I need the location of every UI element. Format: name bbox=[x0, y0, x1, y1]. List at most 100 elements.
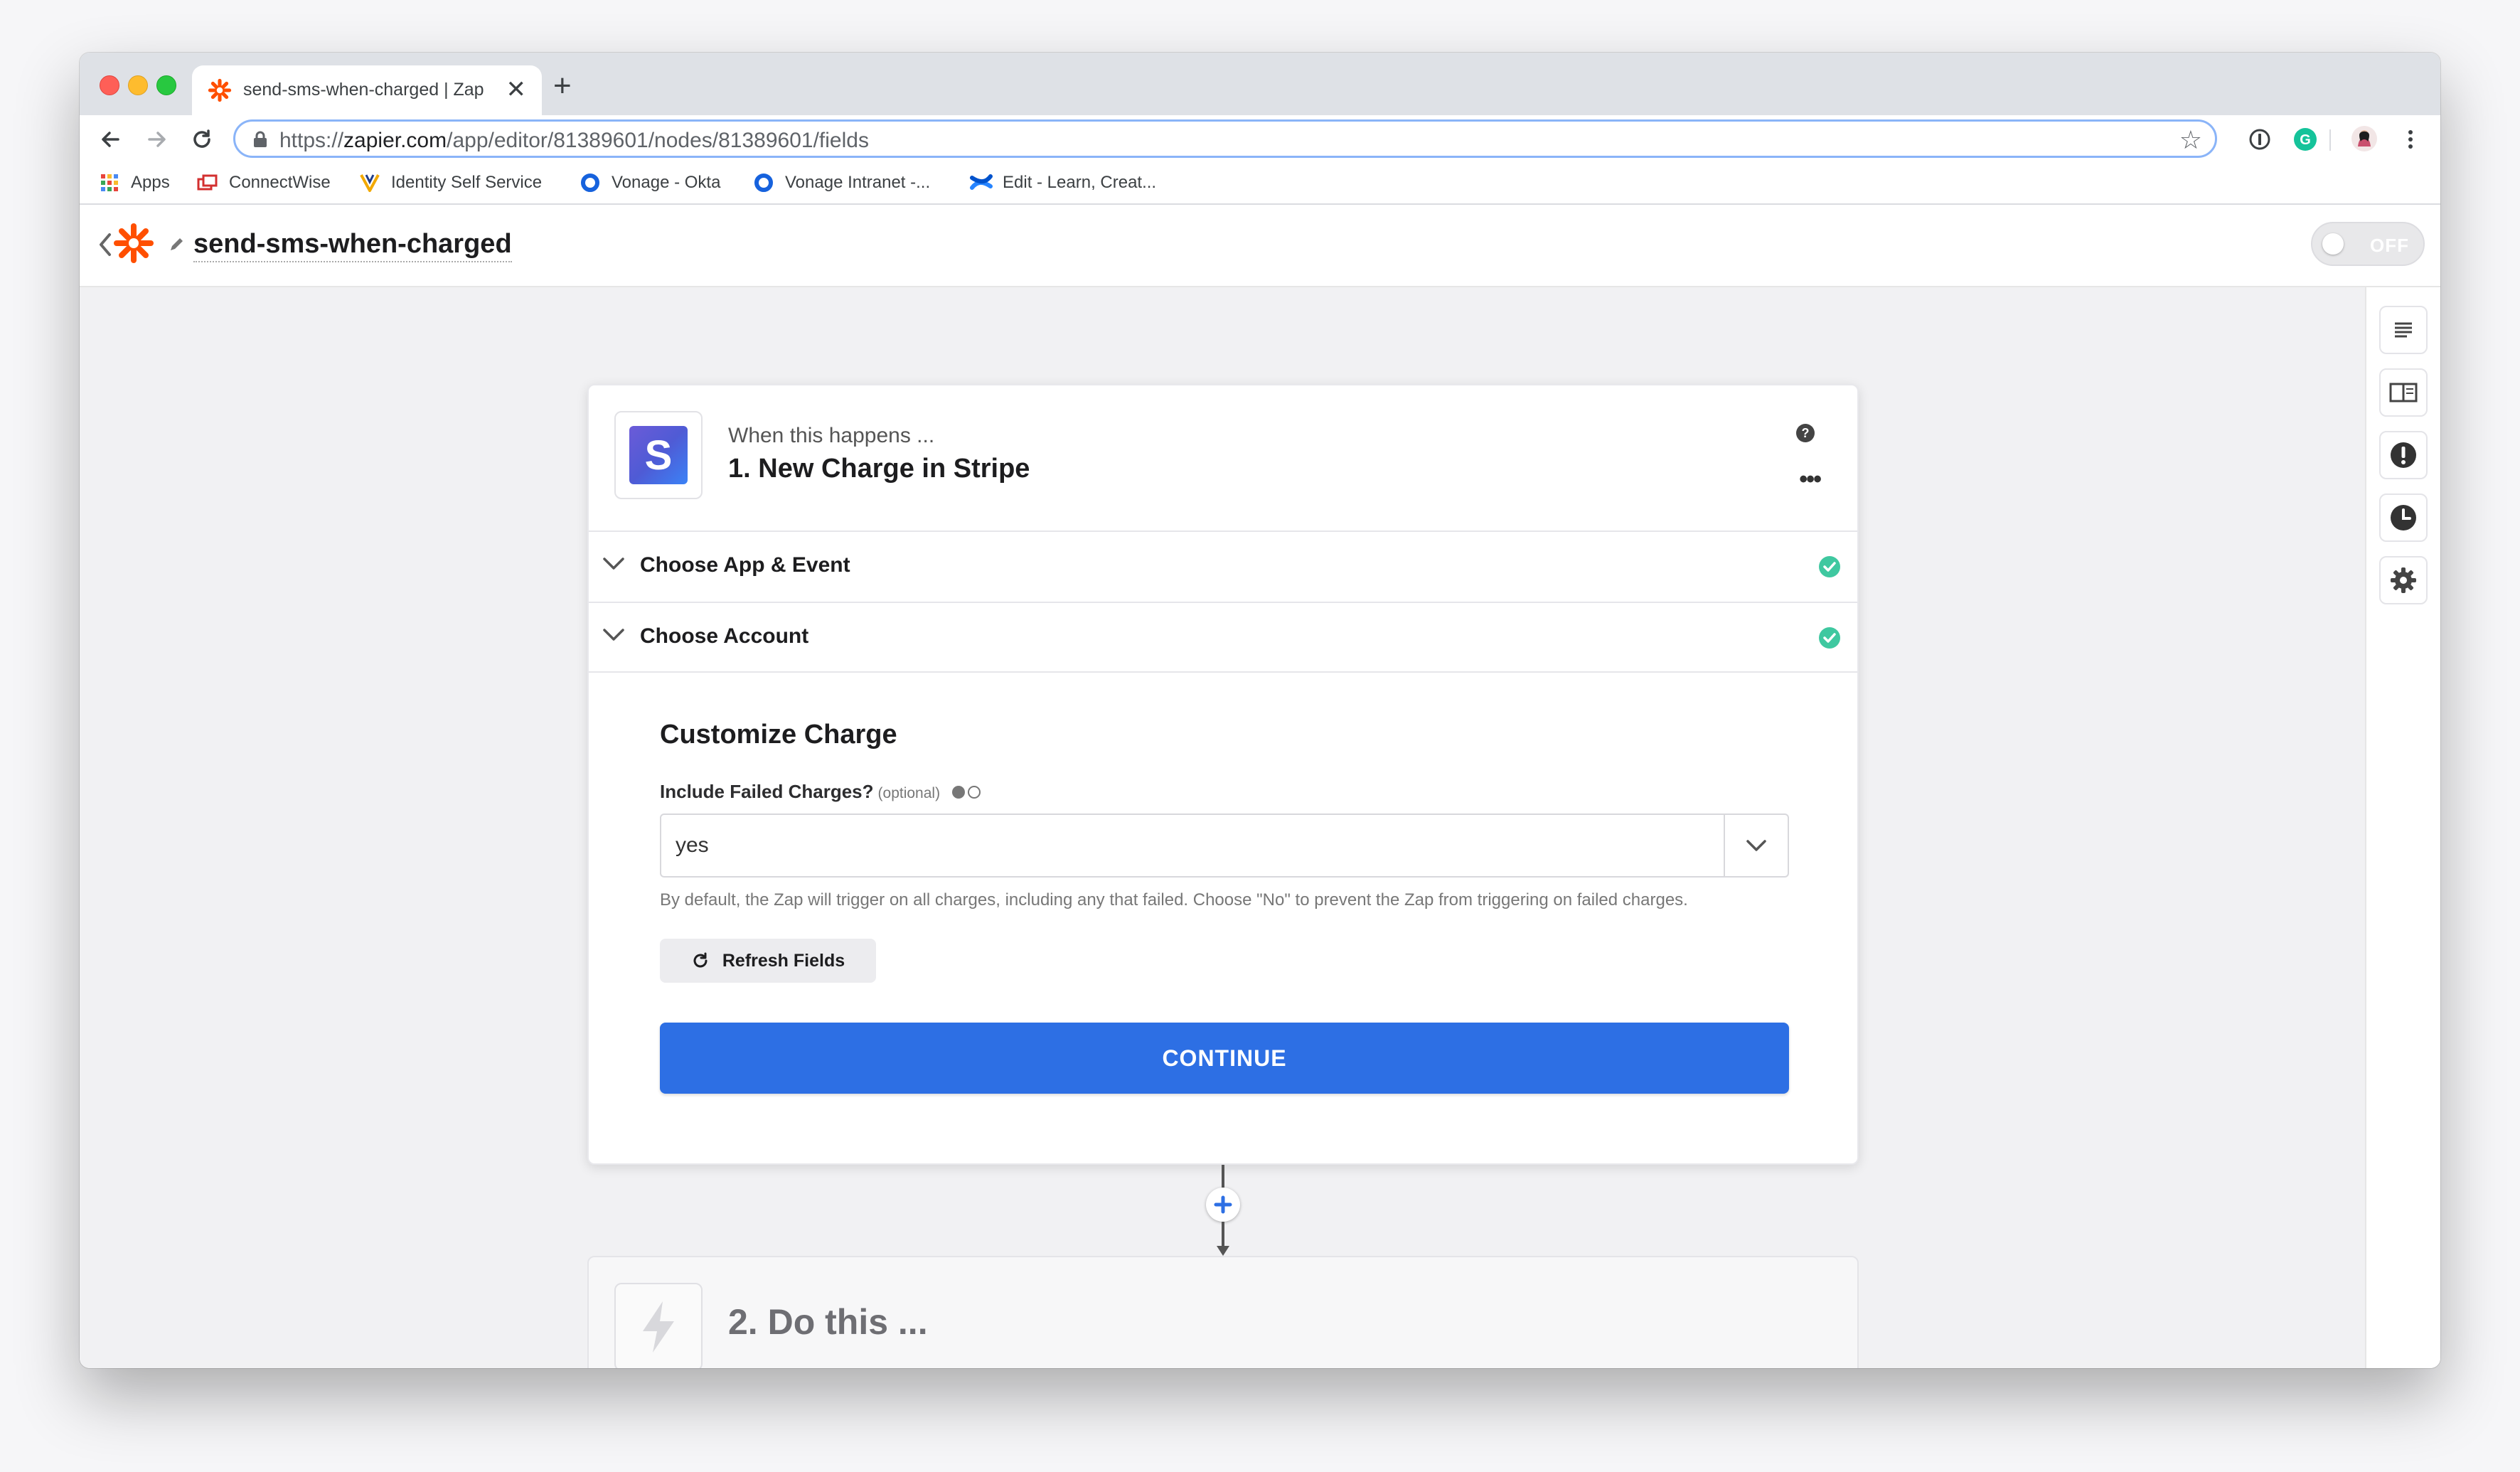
pencil-icon[interactable] bbox=[168, 236, 185, 253]
book-open-icon bbox=[2389, 383, 2418, 402]
add-step-button[interactable] bbox=[1206, 1188, 1240, 1222]
check-circle-icon bbox=[1819, 556, 1840, 577]
confluence-icon bbox=[970, 171, 993, 194]
apps-grid-icon bbox=[98, 171, 121, 194]
bookmark-label: Vonage - Okta bbox=[612, 173, 721, 192]
toggle-knob bbox=[2322, 233, 2344, 255]
browser-tab[interactable]: send-sms-when-charged | Zap ✕ bbox=[192, 65, 542, 115]
zap-on-off-toggle[interactable]: OFF bbox=[2311, 222, 2425, 266]
field-label-include-failed-charges: Include Failed Charges? (optional) bbox=[660, 781, 941, 802]
browser-toolbar: https://zapier.com/app/editor/81389601/n… bbox=[80, 115, 2440, 164]
step-when-label: When this happens ... bbox=[728, 424, 935, 447]
minimize-window-button[interactable] bbox=[128, 75, 148, 95]
tab-title: send-sms-when-charged | Zap bbox=[243, 80, 484, 100]
field-help-text: By default, the Zap will trigger on all … bbox=[660, 890, 1688, 910]
editor-canvas: S When this happens ... 1. New Charge in… bbox=[80, 287, 2365, 1368]
settings-button[interactable] bbox=[2379, 556, 2428, 604]
step-card-action[interactable]: 2. Do this ... bbox=[587, 1256, 1859, 1368]
customize-section-title: Customize Charge bbox=[660, 720, 897, 750]
step-card-trigger: S When this happens ... 1. New Charge in… bbox=[587, 384, 1859, 1165]
grammarly-icon[interactable]: G bbox=[2292, 127, 2318, 152]
outline-list-button[interactable] bbox=[2379, 306, 2428, 354]
zap-name-field[interactable]: send-sms-when-charged bbox=[193, 229, 512, 262]
check-circle-icon bbox=[1819, 627, 1840, 649]
section-choose-app-event[interactable]: Choose App & Event bbox=[589, 530, 1857, 602]
menu-kebab-icon[interactable] bbox=[2398, 127, 2423, 152]
bookmark-label: Identity Self Service bbox=[391, 173, 543, 192]
section-label: Choose Account bbox=[640, 624, 809, 648]
list-lines-icon bbox=[2395, 322, 2412, 338]
refresh-icon bbox=[693, 952, 708, 968]
refresh-fields-label: Refresh Fields bbox=[722, 950, 845, 971]
bookmark-label: Vonage Intranet -... bbox=[785, 173, 931, 192]
bookmark-apps[interactable]: Apps bbox=[98, 169, 170, 196]
forward-arrow-icon[interactable] bbox=[142, 125, 171, 154]
section-choose-account[interactable]: Choose Account bbox=[589, 602, 1857, 673]
okta-icon bbox=[579, 171, 602, 194]
action-placeholder-icon-box bbox=[614, 1283, 703, 1368]
tab-strip: send-sms-when-charged | Zap ✕ + bbox=[80, 53, 2440, 115]
bookmark-label: ConnectWise bbox=[229, 173, 331, 192]
bookmark-vonage-intranet[interactable]: Vonage Intranet -... bbox=[752, 169, 930, 196]
step-connector-line bbox=[1222, 1222, 1224, 1246]
refresh-fields-button[interactable]: Refresh Fields bbox=[660, 939, 876, 983]
zapier-favicon-icon bbox=[208, 78, 232, 102]
select-value: yes bbox=[676, 833, 709, 857]
plus-icon bbox=[1214, 1195, 1232, 1214]
bookmark-confluence-edit[interactable]: Edit - Learn, Creat... bbox=[970, 169, 1156, 196]
address-bar[interactable]: https://zapier.com/app/editor/81389601/n… bbox=[233, 119, 2217, 158]
continue-button[interactable]: CONTINUE bbox=[660, 1023, 1789, 1094]
gear-icon bbox=[2391, 567, 2416, 593]
alerts-button[interactable] bbox=[2379, 431, 2428, 479]
bookmark-label: Edit - Learn, Creat... bbox=[1003, 173, 1157, 192]
reload-icon[interactable] bbox=[188, 125, 216, 154]
maximize-window-button[interactable] bbox=[156, 75, 176, 95]
history-button[interactable] bbox=[2379, 494, 2428, 542]
stripe-logo-icon: S bbox=[629, 426, 688, 484]
svg-text:G: G bbox=[2300, 132, 2311, 148]
include-failed-charges-select[interactable]: yes bbox=[660, 814, 1789, 878]
back-chevron-icon[interactable] bbox=[97, 230, 112, 259]
zapier-logo-icon[interactable] bbox=[112, 222, 155, 265]
identity-icon bbox=[358, 171, 381, 194]
bookmark-connectwise[interactable]: ConnectWise bbox=[196, 169, 331, 196]
field-mode-toggle-icon[interactable] bbox=[951, 784, 994, 801]
zap-editor-header: send-sms-when-charged OFF bbox=[80, 205, 2440, 287]
tab-close-icon[interactable]: ✕ bbox=[506, 75, 527, 104]
okta-icon bbox=[752, 171, 775, 194]
lightning-bolt-icon bbox=[643, 1301, 674, 1353]
alert-exclamation-icon bbox=[2391, 442, 2416, 468]
toolbar-divider bbox=[2329, 129, 2331, 151]
select-dropdown-button[interactable] bbox=[1724, 815, 1788, 876]
url-text: https://zapier.com/app/editor/81389601/n… bbox=[279, 129, 869, 152]
toggle-label: OFF bbox=[2370, 235, 2409, 256]
new-tab-button[interactable]: + bbox=[553, 68, 572, 104]
bookmark-vonage-okta[interactable]: Vonage - Okta bbox=[579, 169, 720, 196]
clock-icon bbox=[2391, 505, 2416, 530]
guide-book-button[interactable] bbox=[2379, 368, 2428, 417]
help-question-icon[interactable]: ? bbox=[1795, 422, 1816, 444]
chevron-down-icon bbox=[603, 629, 624, 641]
right-sidebar-rail bbox=[2365, 287, 2440, 1368]
bookmark-identity-self-service[interactable]: Identity Self Service bbox=[358, 169, 542, 196]
chevron-down-icon bbox=[1746, 840, 1766, 851]
profile-avatar[interactable] bbox=[2351, 125, 2378, 152]
more-options-icon[interactable]: ••• bbox=[1799, 467, 1822, 491]
password-manager-icon[interactable] bbox=[2247, 127, 2273, 152]
bookmark-star-icon[interactable]: ☆ bbox=[2179, 126, 2202, 154]
action-step-title: 2. Do this ... bbox=[728, 1302, 928, 1342]
continue-label: CONTINUE bbox=[1162, 1045, 1287, 1071]
stripe-app-icon: S bbox=[614, 411, 703, 499]
step-title: 1. New Charge in Stripe bbox=[728, 454, 1030, 484]
step-connector-line bbox=[1222, 1165, 1224, 1188]
bookmarks-bar: Apps ConnectWise Identity Self Service V… bbox=[80, 164, 2440, 205]
close-window-button[interactable] bbox=[100, 75, 119, 95]
browser-window: send-sms-when-charged | Zap ✕ + https://… bbox=[80, 53, 2440, 1368]
chevron-down-icon bbox=[603, 558, 624, 570]
back-arrow-icon[interactable] bbox=[97, 125, 125, 154]
bookmark-label: Apps bbox=[131, 173, 170, 192]
lock-icon bbox=[254, 131, 267, 147]
section-label: Choose App & Event bbox=[640, 553, 850, 577]
connectwise-icon bbox=[196, 171, 219, 194]
svg-text:?: ? bbox=[1802, 426, 1810, 440]
